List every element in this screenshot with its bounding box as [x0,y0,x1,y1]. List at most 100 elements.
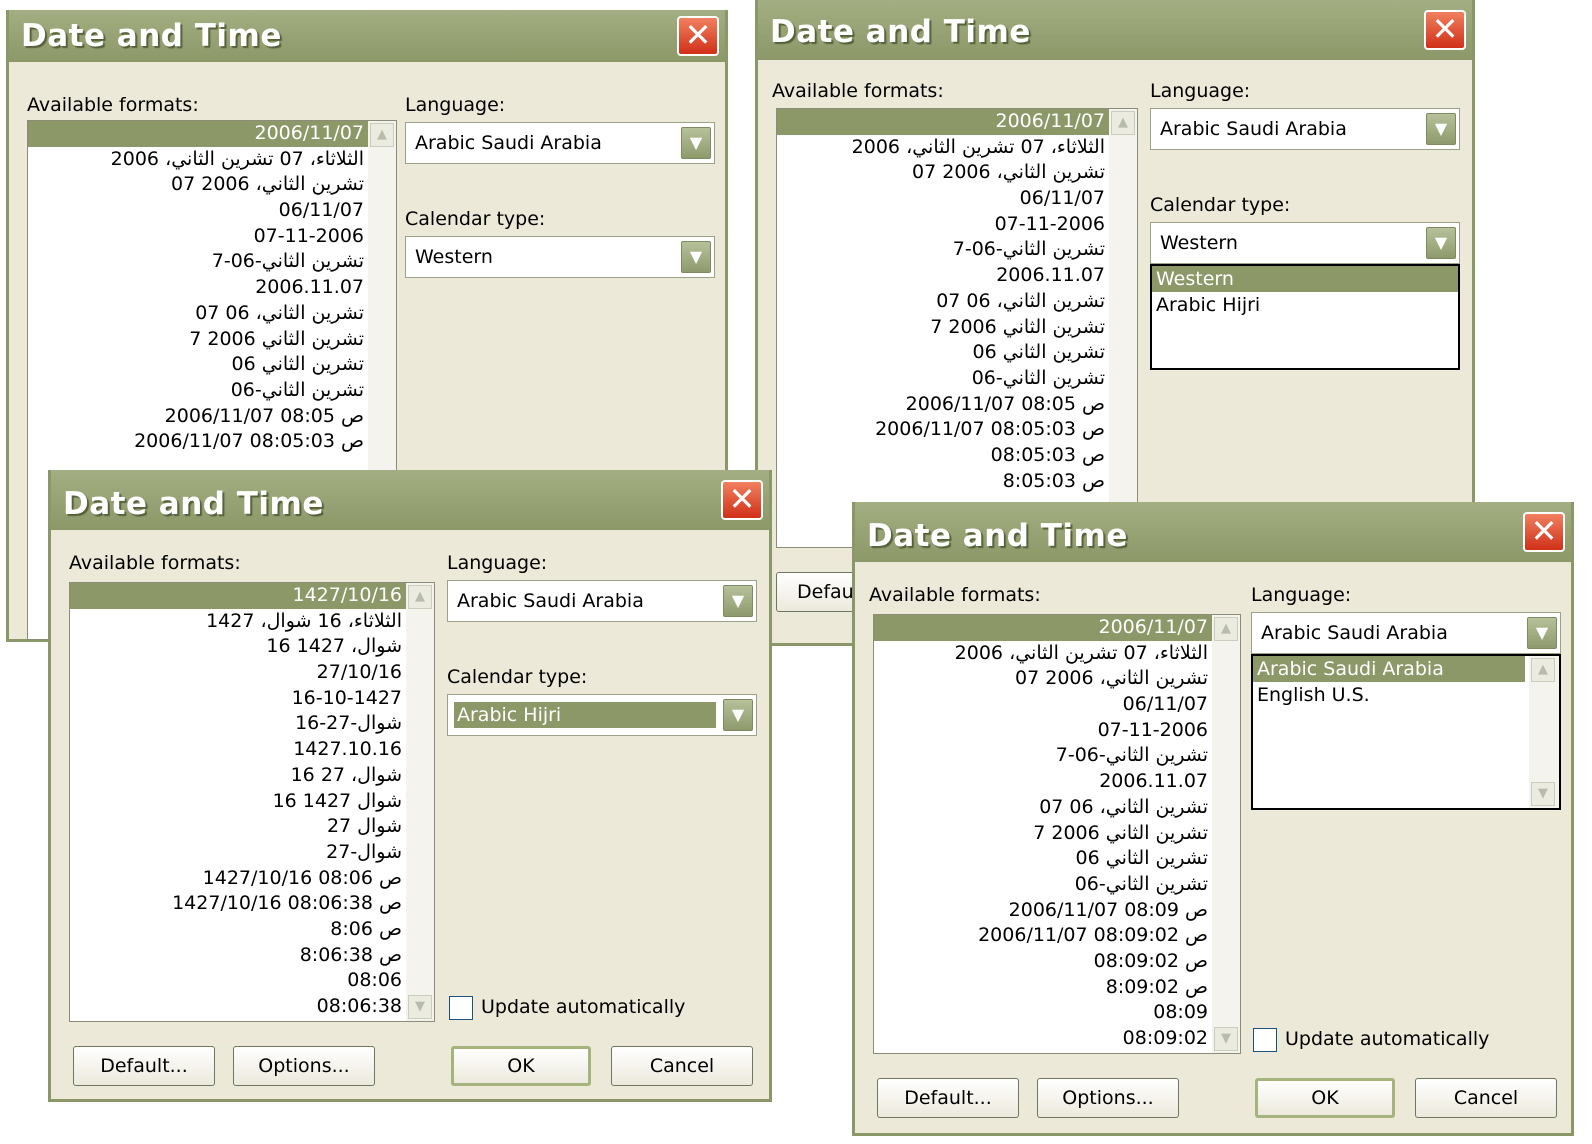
scroll-up-icon[interactable]: ▲ [370,123,394,147]
format-item[interactable]: شوال 27 [70,814,408,840]
format-item[interactable]: 8:06 ص [70,917,408,943]
scroll-up-icon[interactable]: ▲ [1214,617,1238,641]
format-item[interactable]: 2006.11.07 [28,275,370,301]
default-button[interactable]: Default... [877,1078,1019,1118]
formats-scrollbar[interactable]: ▲ ▼ [406,583,434,1021]
format-item[interactable]: 2006/11/07 [874,615,1214,641]
formats-list[interactable]: 1427/10/16 الثلاثاء، 16 شوال، 1427 16 شوال… [69,582,435,1022]
format-item[interactable]: 07 تشرين الثاني، 06 [874,795,1214,821]
format-item[interactable]: الثلاثاء، 07 تشرين الثاني، 2006 [874,641,1214,667]
cancel-button[interactable]: Cancel [1415,1078,1557,1118]
format-item[interactable]: 1427/10/16 [70,583,408,609]
format-item[interactable]: تشرين الثاني 06 [874,846,1214,872]
format-item[interactable]: تشرين الثاني-06 [777,366,1111,392]
language-combo[interactable]: Arabic Saudi Arabia ▼ [405,122,715,164]
format-item[interactable]: 27/10/16 [70,660,408,686]
chevron-down-icon[interactable]: ▼ [723,585,753,617]
format-item[interactable]: الثلاثاء، 16 شوال، 1427 [70,609,408,635]
format-item[interactable]: تشرين الثاني 06 [28,352,370,378]
format-item[interactable]: 7-تشرين الثاني-06 [874,743,1214,769]
scroll-down-icon[interactable]: ▼ [408,995,432,1019]
title-bar[interactable]: Date and Time ✕ [51,470,769,530]
format-item[interactable]: 1427/10/16 08:06:38 ص [70,891,408,917]
chevron-down-icon[interactable]: ▼ [1426,227,1456,259]
scroll-up-icon[interactable]: ▲ [408,585,432,609]
format-item[interactable]: 8:05:03 ص [777,469,1111,495]
format-item[interactable]: 06/11/07 [777,186,1111,212]
calendar-type-combo[interactable]: Western ▼ [405,236,715,278]
title-bar[interactable]: Date and Time ✕ [9,10,725,62]
language-combo[interactable]: Arabic Saudi Arabia ▼ [447,580,757,622]
format-item[interactable]: 2006/11/07 08:05 ص [28,404,370,430]
format-item[interactable]: 07-11-2006 [777,212,1111,238]
format-item[interactable]: 07 تشرين الثاني، 2006 [777,160,1111,186]
calendar-type-combo[interactable]: Arabic Hijri ▼ [447,694,757,736]
format-item[interactable]: تشرين الثاني-06 [28,378,370,404]
chevron-down-icon[interactable]: ▼ [723,699,753,731]
language-combo[interactable]: Arabic Saudi Arabia ▼ [1150,108,1460,150]
calendar-type-combo[interactable]: Western ▼ [1150,222,1460,264]
format-item[interactable]: 16 شوال 1427 [70,789,408,815]
format-item[interactable]: 06/11/07 [28,198,370,224]
format-item[interactable]: 07 تشرين الثاني، 06 [777,289,1111,315]
formats-list[interactable]: 2006/11/07 الثلاثاء، 07 تشرين الثاني، 200… [873,614,1241,1054]
format-item[interactable]: 2006/11/07 08:05 ص [777,392,1111,418]
format-item[interactable]: تشرين الثاني 06 [777,340,1111,366]
format-item[interactable]: 7 تشرين الثاني 2006 [777,315,1111,341]
formats-scrollbar[interactable]: ▲ ▼ [1212,615,1240,1053]
format-item[interactable]: 16-شوال-27 [70,711,408,737]
format-item[interactable]: 2006.11.07 [777,263,1111,289]
format-item[interactable]: 08:09:02 [874,1026,1214,1052]
format-item[interactable]: 2006.11.07 [874,769,1214,795]
language-option-arabic-saudi-arabia[interactable]: Arabic Saudi Arabia [1253,656,1525,682]
calendar-dropdown-list[interactable]: Western Arabic Hijri [1150,264,1460,370]
update-automatically-checkbox[interactable] [449,996,473,1020]
format-item[interactable]: 2006/11/07 [28,121,370,147]
format-item[interactable]: 7 تشرين الثاني 2006 [874,821,1214,847]
cancel-button[interactable]: Cancel [611,1046,753,1086]
calendar-option-western[interactable]: Western [1152,266,1458,292]
format-item[interactable]: 7-تشرين الثاني-06 [777,237,1111,263]
format-item[interactable]: 07 تشرين الثاني، 2006 [28,172,370,198]
language-option-english-us[interactable]: English U.S. [1253,682,1559,708]
format-item[interactable]: 1427.10.16 [70,737,408,763]
format-item[interactable]: 16 شوال، 27 [70,763,408,789]
formats-list[interactable]: 2006/11/07 الثلاثاء، 07 تشرين الثاني، 200… [776,108,1138,548]
formats-scrollbar[interactable]: ▲ [1109,109,1137,547]
scroll-down-icon[interactable]: ▼ [1214,1027,1238,1051]
update-automatically-label[interactable]: Update automatically [1285,1028,1489,1050]
format-item[interactable]: 08:09:02 ص [874,949,1214,975]
chevron-down-icon[interactable]: ▼ [1426,113,1456,145]
format-item[interactable]: 2006/11/07 [777,109,1111,135]
chevron-down-icon[interactable]: ▼ [681,241,711,273]
close-icon[interactable]: ✕ [1523,512,1565,552]
format-item[interactable]: 7-تشرين الثاني-06 [28,249,370,275]
chevron-down-icon[interactable]: ▼ [681,127,711,159]
scroll-down-icon[interactable]: ▼ [1531,782,1555,806]
format-item[interactable]: 16 شوال، 1427 [70,634,408,660]
close-icon[interactable]: ✕ [1424,10,1466,50]
language-dropdown-list[interactable]: Arabic Saudi Arabia English U.S. ▲ ▼ [1251,654,1561,810]
format-item[interactable]: 08:06:38 [70,994,408,1020]
format-item[interactable]: 07-11-2006 [874,718,1214,744]
format-item[interactable]: 2006/11/07 08:09:02 ص [874,923,1214,949]
format-item[interactable]: 8:06:38 ص [70,943,408,969]
title-bar[interactable]: Date and Time ✕ [855,502,1571,562]
chevron-down-icon[interactable]: ▼ [1527,617,1557,649]
format-item[interactable]: 7 تشرين الثاني 2006 [28,327,370,353]
title-bar[interactable]: Date and Time ✕ [758,0,1472,60]
close-icon[interactable]: ✕ [677,16,719,56]
calendar-option-arabic-hijri[interactable]: Arabic Hijri [1152,292,1458,318]
format-item[interactable]: 2006/11/07 08:09 ص [874,898,1214,924]
format-item[interactable]: 8:09:02 ص [874,975,1214,1001]
format-item[interactable]: تشرين الثاني-06 [874,872,1214,898]
ok-button[interactable]: OK [1255,1078,1395,1118]
format-item[interactable]: 2006/11/07 08:05:03 ص [777,417,1111,443]
format-item[interactable]: 16-10-1427 [70,686,408,712]
format-item[interactable]: 1427/10/16 08:06 ص [70,866,408,892]
scroll-up-icon[interactable]: ▲ [1531,658,1555,682]
format-item[interactable]: 07 تشرين الثاني، 2006 [874,666,1214,692]
format-item[interactable]: 06/11/07 [874,692,1214,718]
format-item[interactable]: 2006/11/07 08:05:03 ص [28,429,370,455]
update-automatically-label[interactable]: Update automatically [481,996,685,1018]
